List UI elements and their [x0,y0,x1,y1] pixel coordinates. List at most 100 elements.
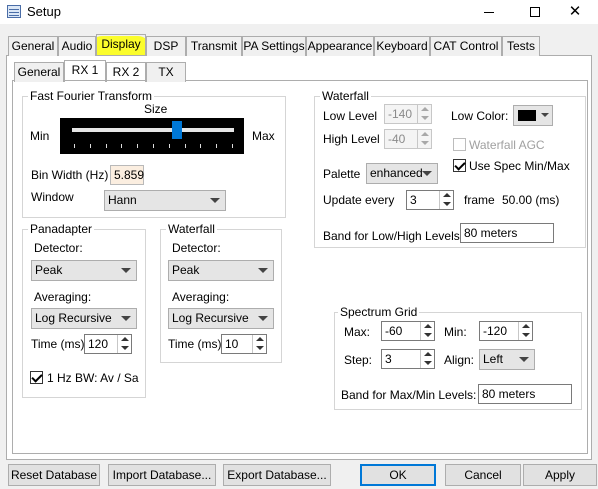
waterfall-averaging-label: Averaging: [172,290,230,304]
low-color-label: Low Color: [451,109,509,123]
grid-step-value: 3 [385,352,392,366]
fft-group-title: Fast Fourier Transform [28,89,155,103]
subtab-rx1[interactable]: RX 1 [64,60,106,82]
waterfall-averaging-value: Log Recursive [172,311,249,325]
export-database-button[interactable]: Export Database... [223,464,331,486]
grid-min-value: -120 [483,324,508,338]
fft-size-slider[interactable] [60,118,244,154]
tab-audio[interactable]: Audio [58,36,96,56]
window-select-value: Hann [108,193,137,207]
band-low-high-label: Band for Low/High Levels: [323,229,464,243]
apply-button[interactable]: Apply [523,464,597,486]
grid-align-select[interactable]: Left [479,349,535,370]
window-label: Window [31,190,74,204]
spinner-icon[interactable] [420,322,434,340]
low-level-value: -140 [388,107,413,121]
panadapter-averaging-select[interactable]: Log Recursive [31,308,137,329]
chevron-down-icon [519,357,529,362]
tab-dsp[interactable]: DSP [146,36,186,56]
slider-thumb[interactable] [172,121,182,139]
high-level-input[interactable]: -40 [384,129,432,149]
subtab-rx2[interactable]: RX 2 [106,62,146,82]
tab-display[interactable]: Display [96,34,146,56]
grid-min-label: Min: [444,325,467,339]
tab-general[interactable]: General [8,36,58,56]
window-title: Setup [27,4,61,19]
tab-pa-settings[interactable]: PA Settings [242,36,306,56]
window-select[interactable]: Hann [104,190,226,211]
title-bar: Setup ✕ [0,0,598,24]
tab-keyboard[interactable]: Keyboard [374,36,430,56]
slider-tick [216,144,218,148]
fft-size-label: Size [144,102,168,116]
slider-tick [74,144,75,148]
slider-tick [89,144,91,148]
spinner-icon[interactable] [518,322,532,340]
minimize-button[interactable] [466,0,512,24]
cancel-button[interactable]: Cancel [445,464,521,486]
reset-database-button[interactable]: Reset Database [8,464,100,486]
low-level-input[interactable]: -140 [384,104,432,124]
slider-tick [121,144,123,148]
chevron-down-icon [121,268,131,273]
waterfall-time-input[interactable]: 10 [221,334,267,354]
update-every-label: Update every [323,193,395,207]
spinner-icon[interactable] [417,105,431,123]
waterfall-agc-checkbox[interactable] [453,138,466,151]
slider-tick [105,144,107,148]
subtab-tx[interactable]: TX [146,62,186,82]
maximize-icon [530,7,540,17]
chevron-down-icon [258,316,268,321]
band-low-high-value: 80 meters [460,223,554,243]
slider-ticks [74,144,233,149]
bw-checkbox[interactable] [30,371,43,384]
band-max-min-value: 80 meters [478,384,572,404]
slider-tick [137,144,139,148]
waterfall-time-label: Time (ms): [168,337,225,351]
grid-max-value: -60 [385,324,403,338]
waterfall-averaging-select[interactable]: Log Recursive [168,308,274,329]
panadapter-time-value: 120 [88,337,109,351]
panadapter-averaging-value: Log Recursive [35,311,112,325]
grid-max-input[interactable]: -60 [381,321,435,341]
import-database-button[interactable]: Import Database... [108,464,216,486]
low-color-picker[interactable] [513,105,553,126]
spinner-icon[interactable] [417,130,431,148]
chevron-down-icon [541,113,549,117]
panadapter-detector-select[interactable]: Peak [31,260,137,281]
subtab-general[interactable]: General [14,62,64,82]
tab-appearance[interactable]: Appearance [306,36,374,56]
fft-min-label: Min [30,129,50,143]
ok-button[interactable]: OK [360,464,436,486]
grid-min-input[interactable]: -120 [479,321,533,341]
bin-width-value: 5.859 [110,165,144,185]
setup-app-icon [7,5,21,18]
close-button[interactable]: ✕ [552,0,598,24]
chevron-down-icon [258,268,268,273]
bin-width-label: Bin Width (Hz) [31,168,109,182]
fft-max-label: Max [252,129,275,143]
tab-cat-control[interactable]: CAT Control [430,36,502,56]
spinner-icon[interactable] [252,335,266,353]
spinner-icon[interactable] [439,191,453,209]
minimize-icon [484,11,494,13]
waterfall-detector-select[interactable]: Peak [168,260,274,281]
panadapter-time-input[interactable]: 120 [84,334,132,354]
grid-step-input[interactable]: 3 [381,349,435,369]
waterfall-right-title: Waterfall [320,89,371,103]
spec-minmax-checkbox[interactable] [453,159,466,172]
frame-ms-label: 50.00 (ms) [502,193,560,207]
slider-track [72,128,234,132]
update-every-input[interactable]: 3 [406,190,454,210]
tab-tests[interactable]: Tests [502,36,540,56]
grid-align-label: Align: [444,353,475,367]
panadapter-title: Panadapter [28,222,95,236]
high-level-value: -40 [388,132,406,146]
spectrum-grid-title: Spectrum Grid [338,305,420,319]
spinner-icon[interactable] [117,335,131,353]
tab-transmit[interactable]: Transmit [186,36,242,56]
spinner-icon[interactable] [420,350,434,368]
slider-tick [168,144,170,148]
high-level-label: High Level [323,132,380,146]
palette-select[interactable]: enhanced [366,163,438,184]
